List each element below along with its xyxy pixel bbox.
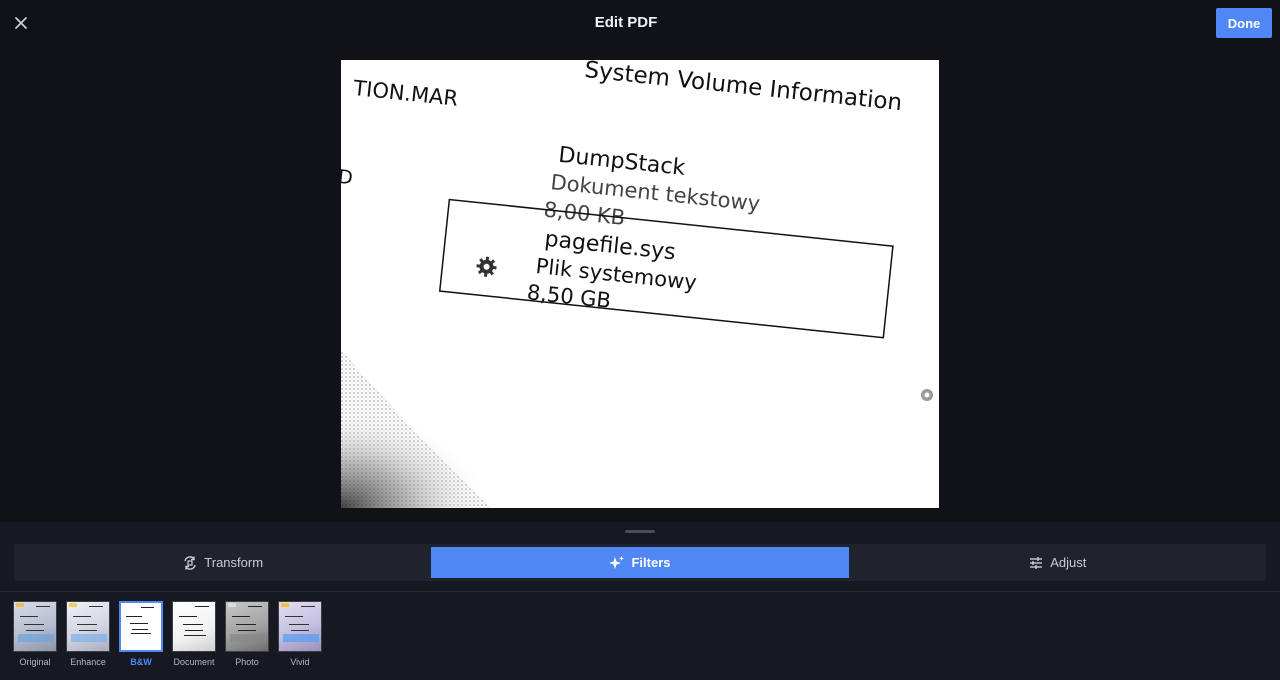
filter-label-vivid: Vivid	[290, 657, 310, 667]
filter-thumbnail	[119, 601, 163, 652]
filter-label-photo: Photo	[235, 657, 259, 667]
tab-filters[interactable]: Filters	[431, 547, 849, 578]
sliders-icon	[1028, 555, 1044, 571]
tab-transform[interactable]: Transform	[14, 544, 431, 581]
filter-thumbnail	[172, 601, 216, 652]
edit-mode-tabs: Transform Filters Adjust	[14, 544, 1266, 581]
document-page-preview[interactable]: System Volume Information TION.MAR DumpS…	[341, 60, 939, 508]
top-bar: Edit PDF Done	[0, 0, 1280, 46]
filter-list: Original Enhance B&W Document Photo Vivi…	[13, 601, 322, 667]
sparkle-icon	[609, 555, 625, 571]
filter-bw[interactable]: B&W	[119, 601, 163, 667]
partial-gear-icon	[921, 389, 933, 401]
tab-transform-label: Transform	[204, 555, 264, 570]
tab-filters-label: Filters	[631, 555, 671, 570]
filter-photo[interactable]: Photo	[225, 601, 269, 667]
filter-vivid[interactable]: Vivid	[278, 601, 322, 667]
preview-canvas: System Volume Information TION.MAR DumpS…	[0, 46, 1280, 522]
filter-label-document: Document	[173, 657, 215, 667]
filter-thumbnail	[225, 601, 269, 652]
filter-thumbnail	[66, 601, 110, 652]
filter-label-enhance: Enhance	[70, 657, 106, 667]
filter-label-original: Original	[19, 657, 51, 667]
transform-icon	[182, 555, 198, 571]
tab-adjust-label: Adjust	[1050, 555, 1087, 570]
panel-divider	[0, 591, 1280, 592]
edit-panel: Transform Filters Adjust Original Enhanc…	[0, 522, 1280, 680]
filter-original[interactable]: Original	[13, 601, 57, 667]
done-button[interactable]: Done	[1216, 8, 1272, 38]
drag-handle[interactable]	[625, 530, 655, 533]
filter-thumbnail	[13, 601, 57, 652]
filter-enhance[interactable]: Enhance	[66, 601, 110, 667]
filter-thumbnail	[278, 601, 322, 652]
page-title: Edit PDF	[594, 14, 658, 31]
filter-document[interactable]: Document	[172, 601, 216, 667]
filter-label-bw: B&W	[130, 657, 152, 667]
tab-adjust[interactable]: Adjust	[849, 544, 1266, 581]
